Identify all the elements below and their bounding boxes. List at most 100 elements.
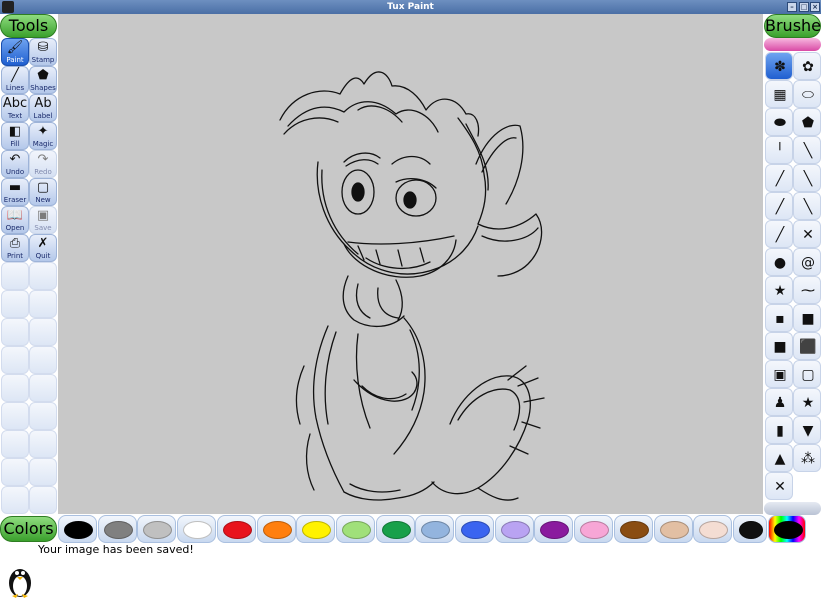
brush-option[interactable]: ▲	[765, 444, 793, 472]
fuzzy-square-brush-icon: ▣	[773, 367, 787, 383]
color-pink-swatch[interactable]	[574, 515, 614, 543]
empty-tool-slot	[1, 430, 29, 458]
save-icon: ▣	[36, 208, 50, 223]
empty-tool-slot	[29, 346, 57, 374]
colors-label: Colors	[0, 516, 57, 542]
tool-label: Open	[5, 224, 25, 232]
brush-option[interactable]: ╵	[765, 136, 793, 164]
brush-option[interactable]: ╱	[765, 220, 793, 248]
brush-option[interactable]: ✽	[765, 52, 793, 80]
brush-option[interactable]: ⁓	[793, 276, 821, 304]
brush-option[interactable]: ⬟	[793, 108, 821, 136]
redo-icon: ↷	[37, 152, 49, 167]
brush-option[interactable]: ▢	[793, 360, 821, 388]
close-icon[interactable]: ×	[810, 2, 820, 12]
gray-square-brush-icon: ▢	[801, 367, 815, 383]
brush-option[interactable]: ⬭	[793, 80, 821, 108]
paw-brush-icon: ✽	[774, 59, 786, 75]
tool-undo-button[interactable]: ↶ Undo	[1, 150, 29, 178]
brush-option[interactable]: ⁂	[793, 444, 821, 472]
tool-print-button[interactable]: ⎙ Print	[1, 234, 29, 262]
color-gray-swatch[interactable]	[97, 515, 137, 543]
tux-penguin-icon	[9, 569, 31, 598]
tool-open-button[interactable]: 📖 Open	[1, 206, 29, 234]
backslash2-brush-icon: ╲	[803, 199, 813, 215]
brush-option[interactable]: ▮	[765, 416, 793, 444]
brush-option[interactable]: ■	[793, 304, 821, 332]
color-brown-swatch[interactable]	[613, 515, 653, 543]
brush-option[interactable]: ╲	[793, 192, 821, 220]
status-area: Your image has been saved!	[0, 543, 821, 600]
brush-option[interactable]: ▦	[765, 80, 793, 108]
brush-option[interactable]: ●	[765, 248, 793, 276]
brush-option[interactable]: ■	[765, 332, 793, 360]
rainbow-dot	[773, 521, 803, 539]
tool-label-button[interactable]: Ab Label	[29, 94, 57, 122]
color-purple-swatch[interactable]	[534, 515, 574, 543]
tool-quit-button[interactable]: ✗ Quit	[29, 234, 57, 262]
empty-tool-slot	[29, 290, 57, 318]
color-picker-button[interactable]	[732, 515, 767, 543]
color-white-swatch[interactable]	[177, 515, 217, 543]
empty-tool-slot	[29, 430, 57, 458]
color-sky-blue-swatch[interactable]	[415, 515, 455, 543]
brush-option[interactable]: ✿	[793, 52, 821, 80]
color-light-green-swatch[interactable]	[335, 515, 375, 543]
color-dot	[421, 521, 451, 539]
slash-brush-icon: ╲	[803, 143, 813, 159]
tool-eraser-button[interactable]: ▬ Eraser	[1, 178, 29, 206]
color-dot	[183, 521, 213, 539]
tool-new-button[interactable]: ▢ New	[29, 178, 57, 206]
pentagon-brush-icon: ⬟	[801, 115, 815, 131]
brush-option[interactable]: ╱	[765, 192, 793, 220]
big-star-brush-icon: ★	[801, 395, 815, 411]
brush-option[interactable]: ╲	[793, 136, 821, 164]
brush-option[interactable]: ▣	[765, 360, 793, 388]
brush-scroll-down-button[interactable]	[764, 502, 821, 515]
minimize-icon[interactable]: –	[787, 2, 797, 12]
large-square-brush-icon: ⬛	[799, 339, 817, 355]
color-lavender-swatch[interactable]	[494, 515, 534, 543]
brush-option[interactable]: ✕	[793, 220, 821, 248]
maximize-icon[interactable]: □	[799, 2, 809, 12]
brush-option[interactable]: ⬬	[765, 108, 793, 136]
sparkle-brush-icon: ⁂	[801, 451, 815, 467]
brush-option[interactable]: ♟	[765, 388, 793, 416]
color-yellow-swatch[interactable]	[296, 515, 336, 543]
tool-fill-button[interactable]: ◧ Fill	[1, 122, 29, 150]
brush-option[interactable]: ★	[765, 276, 793, 304]
color-black-swatch[interactable]	[58, 515, 97, 543]
brush-option[interactable]: ▼	[793, 416, 821, 444]
brush-option[interactable]: ⬛	[793, 332, 821, 360]
tool-text-button[interactable]: Abc Text	[1, 94, 29, 122]
color-beige-swatch[interactable]	[693, 515, 733, 543]
drawing-canvas[interactable]	[58, 14, 763, 514]
color-orange-swatch[interactable]	[256, 515, 296, 543]
color-red-swatch[interactable]	[216, 515, 256, 543]
tool-shapes-button[interactable]: ⬟ Shapes	[29, 66, 57, 94]
brush-option[interactable]: ★	[793, 388, 821, 416]
color-tan-swatch[interactable]	[653, 515, 693, 543]
spiral-brush-icon: @	[801, 255, 815, 271]
color-silver-swatch[interactable]	[137, 515, 177, 543]
tool-stamp-button[interactable]: ⛁ Stamp	[29, 38, 57, 66]
sphere-brush-icon: ●	[773, 255, 787, 271]
brush-option[interactable]: ╲	[793, 164, 821, 192]
color-blue-swatch[interactable]	[455, 515, 494, 543]
brush-option[interactable]: ╱	[765, 164, 793, 192]
brush-option[interactable]: ✕	[765, 472, 793, 500]
color-green-swatch[interactable]	[375, 515, 415, 543]
rainbow-color-button[interactable]	[767, 515, 806, 543]
tool-magic-button[interactable]: ✦ Magic	[29, 122, 57, 150]
brush-option[interactable]: @	[793, 248, 821, 276]
brush-option[interactable]: ▪	[765, 304, 793, 332]
small-square-brush-icon: ▪	[775, 311, 785, 327]
window-title: Tux Paint	[387, 2, 434, 12]
tool-paint-button[interactable]: 🖌 Paint	[1, 38, 29, 66]
dash-brush-icon: ⁓	[801, 283, 815, 299]
blue-brush-icon: ▮	[776, 423, 784, 439]
medium-square-brush-icon: ■	[801, 311, 815, 327]
printer-icon: ⎙	[9, 236, 21, 251]
brush-scroll-up-button[interactable]	[764, 38, 821, 51]
tool-lines-button[interactable]: ╱ Lines	[1, 66, 29, 94]
